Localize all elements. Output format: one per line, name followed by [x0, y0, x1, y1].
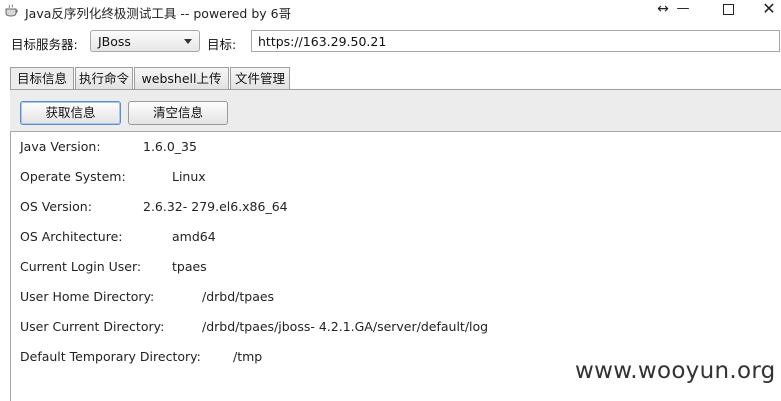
maximize-icon [722, 4, 734, 15]
tab-panel: 获取信息 清空信息 [10, 89, 781, 131]
target-label: 目标: [207, 37, 237, 52]
tab-target-info[interactable]: 目标信息 [10, 67, 74, 90]
watermark: www.wooyun.org [575, 358, 776, 384]
server-select[interactable]: JBoss [90, 30, 200, 52]
info-value: tpaes [172, 259, 207, 274]
info-key: User Current Directory: [20, 319, 165, 334]
info-value: amd64 [172, 229, 216, 244]
tab-exec-command[interactable]: 执行命令 [75, 67, 133, 89]
info-value: /tmp [233, 349, 263, 364]
window-title: Java反序列化终极测试工具 -- powered by 6哥 [25, 6, 292, 21]
chevron-down-icon [184, 39, 192, 44]
maximize-button[interactable] [713, 0, 743, 20]
info-value: Linux [172, 169, 206, 184]
tab-strip: 目标信息 执行命令 webshell上传 文件管理 [10, 67, 781, 90]
info-key: Default Temporary Directory: [20, 349, 201, 364]
info-key: Java Version: [20, 139, 101, 154]
info-key: User Home Directory: [20, 289, 155, 304]
server-select-value: JBoss [98, 34, 131, 49]
info-value: /drbd/tpaes/jboss- 4.2.1.GA/server/defau… [202, 319, 489, 334]
coffee-cup-icon [5, 4, 18, 17]
info-value: 2.6.32- 279.el6.x86_64 [143, 199, 288, 214]
close-button[interactable]: ✕ [754, 0, 781, 20]
server-label: 目标服务器: [11, 37, 78, 52]
info-key: Operate System: [20, 169, 126, 184]
tab-file-manager[interactable]: 文件管理 [230, 67, 290, 89]
info-value: 1.6.0_35 [143, 139, 197, 154]
tab-webshell-upload[interactable]: webshell上传 [134, 67, 229, 89]
info-key: OS Architecture: [20, 229, 123, 244]
info-value: /drbd/tpaes [202, 289, 275, 304]
info-key: Current Login User: [20, 259, 142, 274]
info-key: OS Version: [20, 199, 92, 214]
minimize-button[interactable]: — [668, 0, 698, 20]
clear-info-button[interactable]: 清空信息 [128, 101, 228, 125]
target-input[interactable] [251, 30, 780, 52]
get-info-button[interactable]: 获取信息 [20, 101, 121, 125]
title-bar: Java反序列化终极测试工具 -- powered by 6哥 ↔ — ✕ [0, 0, 781, 22]
